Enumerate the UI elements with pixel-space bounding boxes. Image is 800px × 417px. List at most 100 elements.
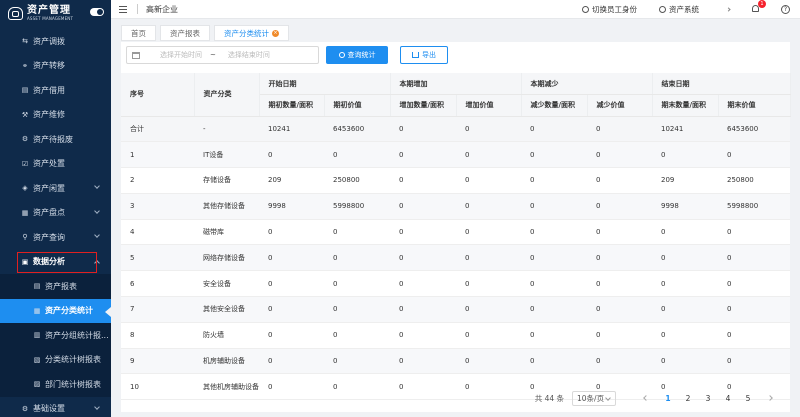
table-row: 6 安全设备 0 0 0 0 0 0 0 0 (121, 270, 790, 298)
page-number[interactable]: 4 (718, 394, 738, 403)
sidebar-item-label: 资产待报废 (33, 134, 73, 144)
table-cell: 8 (121, 322, 194, 349)
calendar-icon (132, 51, 140, 59)
system-switch-button[interactable]: 资产系统 (659, 4, 731, 15)
page-size-select[interactable]: 10条/页 (572, 390, 616, 406)
export-button[interactable]: 导出 (400, 46, 448, 64)
tab-item[interactable]: 资产分类统计 × (214, 25, 289, 41)
page-number[interactable]: 2 (678, 394, 698, 403)
subheader: 期初数量/面积 (259, 94, 325, 117)
table-cell: 0 (259, 219, 324, 246)
table-cell: 0 (718, 270, 790, 298)
sidebar-item-basic-settings[interactable]: ⚙ 基础设置 (0, 397, 111, 417)
sidebar-subitem[interactable]: ▥ 资产分组统计报... (0, 323, 111, 348)
tab-item[interactable]: 首页 (121, 25, 156, 41)
table-cell: 0 (521, 348, 587, 375)
sidebar-item[interactable]: ▤ 资产借用 (0, 78, 111, 103)
table-cell: 6453600 (718, 116, 790, 143)
table-cell: 0 (324, 373, 390, 401)
tab-item[interactable]: 资产报表 (160, 25, 210, 41)
table-cell: 0 (259, 322, 324, 349)
sidebar: 资产管理 ASSET MANAGEMENT ⇆ 资产调拨 ⚭ 资产转移 ▤ 资产借用 ⚒ 资产… (0, 0, 111, 417)
table-cell: 0 (652, 244, 718, 272)
next-page-icon[interactable] (767, 395, 773, 401)
sidebar-subitem[interactable]: ▤ 资产报表 (0, 274, 111, 299)
table-cell: 0 (521, 296, 587, 323)
sidebar-item[interactable]: ⚒ 资产维修 (0, 103, 111, 128)
highlight-box (17, 251, 97, 273)
sidebar-subitem[interactable]: ▦ 资产分类统计 (0, 298, 111, 323)
table-row: 1 IT设备 0 0 0 0 0 0 0 0 (121, 141, 790, 169)
sidebar-item-label: 资产维修 (33, 110, 65, 120)
table-cell: 0 (259, 348, 324, 375)
sidebar-item-label: 资产转移 (33, 61, 65, 71)
logo-subtitle: ASSET MANAGEMENT (27, 15, 74, 21)
table-row: 9 机房辅助设备 0 0 0 0 0 0 0 0 (121, 348, 790, 375)
table-cell: 0 (456, 219, 521, 246)
table-cell: 0 (456, 296, 521, 323)
pagination: 共 44 条 10条/页 12345 (535, 390, 782, 406)
table-cell: 0 (587, 270, 652, 298)
tree-icon: ▧ (33, 355, 41, 364)
settings-icon: ⚙ (21, 404, 29, 413)
subheader: 期初价值 (324, 94, 391, 117)
table-cell: 0 (390, 244, 456, 272)
date-range-picker[interactable]: 选择开始时间 ~ 选择结束时间 (126, 46, 319, 64)
sidebar-item[interactable]: ▦ 资产盘点 (0, 201, 111, 226)
user-switch-icon (582, 6, 589, 13)
chevron-down-icon (94, 232, 100, 238)
sidebar-item-label: 资产借用 (33, 85, 65, 95)
table-cell: 0 (652, 322, 718, 349)
table-cell: 0 (456, 373, 521, 401)
sidebar-item[interactable]: ⇆ 资产调拨 (0, 29, 111, 54)
table-cell: 4 (121, 219, 194, 246)
notification-button[interactable]: 1 (752, 0, 766, 14)
subheader: 减少数量/面积 (521, 94, 588, 117)
table-cell: 0 (652, 270, 718, 298)
sidebar-item-label: 资产闲置 (33, 183, 65, 193)
help-icon[interactable]: ? (781, 5, 790, 14)
sidebar-item[interactable]: ⚙ 资产待报废 (0, 127, 111, 152)
close-icon[interactable]: × (272, 29, 279, 37)
table-cell: 3 (121, 193, 194, 220)
table-cell: 0 (521, 244, 587, 272)
sidebar-item-data-analysis[interactable]: ▣ 数据分析 (0, 250, 111, 275)
header-category: 资产分类 (194, 73, 260, 117)
subheader: 增加数量/面积 (390, 94, 457, 117)
page-number[interactable]: 1 (658, 394, 678, 403)
table-cell: 9998 (259, 193, 324, 220)
table-cell: 0 (587, 167, 652, 194)
page-number[interactable]: 5 (738, 394, 758, 403)
switch-role-label: 切换员工身份 (592, 5, 637, 14)
table-cell: 0 (456, 348, 521, 375)
page-number[interactable]: 3 (698, 394, 718, 403)
sidebar-item[interactable]: ◈ 资产闲置 (0, 176, 111, 201)
end-date-input[interactable]: 选择结束时间 (228, 50, 270, 60)
table-cell: 0 (456, 244, 521, 272)
table-cell: 0 (324, 296, 390, 323)
query-button[interactable]: 查询统计 (326, 46, 388, 64)
table-cell: 0 (652, 219, 718, 246)
table-row: 2 存储设备 209 250800 0 0 0 0 209 250800 (121, 167, 790, 194)
table-cell: 磁带库 (194, 219, 259, 246)
header-index: 序号 (121, 73, 195, 117)
user-icon (659, 6, 666, 13)
subheader: 减少价值 (587, 94, 653, 117)
sidebar-item[interactable]: ⚲ 资产查询 (0, 225, 111, 250)
table-cell: 6453600 (324, 116, 390, 143)
sidebar-subitem[interactable]: ▧ 分类统计树报表 (0, 348, 111, 373)
sidebar-item[interactable]: ☑ 资产处置 (0, 152, 111, 177)
menu-collapse-icon[interactable] (119, 5, 127, 13)
switch-role-button[interactable]: 切换员工身份 (582, 4, 637, 15)
prev-page-icon[interactable] (643, 395, 649, 401)
start-date-input[interactable]: 选择开始时间 (160, 50, 202, 60)
table-cell: 2 (121, 167, 194, 194)
table-cell: 0 (521, 141, 587, 169)
sidebar-subitem[interactable]: ▨ 部门统计树报表 (0, 372, 111, 397)
sidebar-item[interactable]: ⚭ 资产转移 (0, 54, 111, 79)
sidebar-submenu: ▤ 资产报表 ▦ 资产分类统计 ▥ 资产分组统计报... ▧ 分类统计树报表 ▨ 部门统计树报表 (0, 274, 111, 397)
header-start: 开始日期 (259, 73, 391, 95)
theme-toggle[interactable] (90, 8, 104, 16)
table-cell: 0 (587, 322, 652, 349)
tab-label: 资产报表 (170, 28, 200, 38)
